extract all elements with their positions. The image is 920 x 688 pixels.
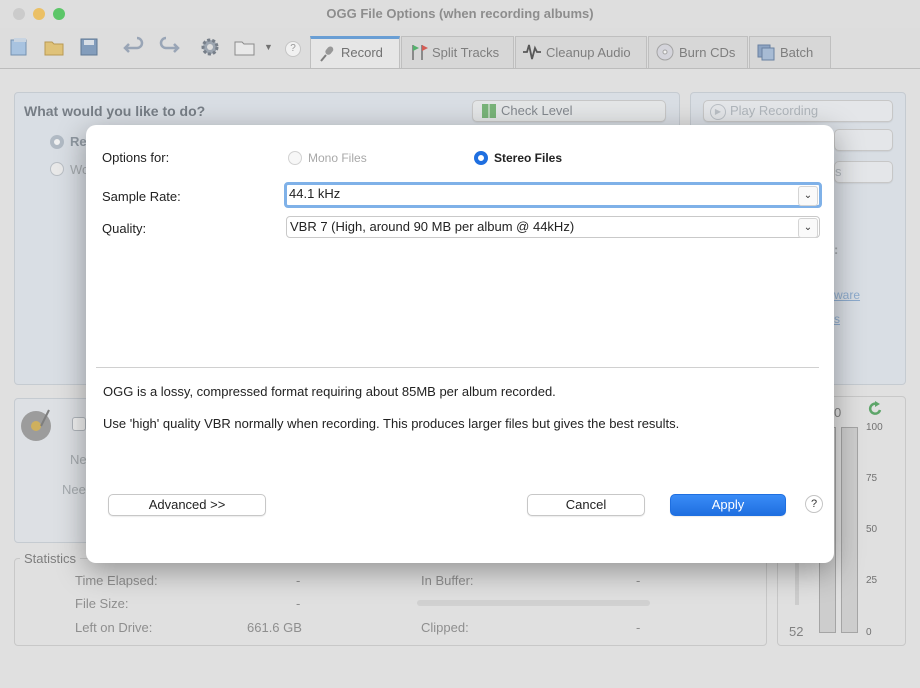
quality-value: VBR 7 (High, around 90 MB per album @ 44… [290, 219, 575, 234]
info-text-2: Use 'high' quality VBR normally when rec… [103, 416, 680, 431]
sample-rate-label: Sample Rate: [102, 189, 181, 204]
mono-files-label: Mono Files [308, 151, 367, 165]
sample-rate-select[interactable]: 44.1 kHz ⌄ [284, 182, 822, 208]
divider [96, 367, 819, 368]
quality-select[interactable]: VBR 7 (High, around 90 MB per album @ 44… [286, 216, 820, 238]
mono-files-radio[interactable] [288, 151, 302, 165]
options-for-label: Options for: [102, 150, 170, 165]
stereo-files-radio[interactable] [474, 151, 488, 165]
quality-label: Quality: [102, 221, 147, 236]
cancel-button[interactable]: Cancel [527, 494, 645, 516]
chevron-down-icon: ⌄ [798, 218, 818, 238]
advanced-button[interactable]: Advanced >> [108, 494, 266, 516]
help-button[interactable]: ? [805, 495, 823, 513]
apply-button[interactable]: Apply [670, 494, 786, 516]
stereo-files-label: Stereo Files [494, 151, 563, 165]
chevron-down-icon: ⌄ [798, 186, 818, 206]
sample-rate-value: 44.1 kHz [289, 186, 341, 201]
info-text-1: OGG is a lossy, compressed format requir… [103, 384, 556, 399]
